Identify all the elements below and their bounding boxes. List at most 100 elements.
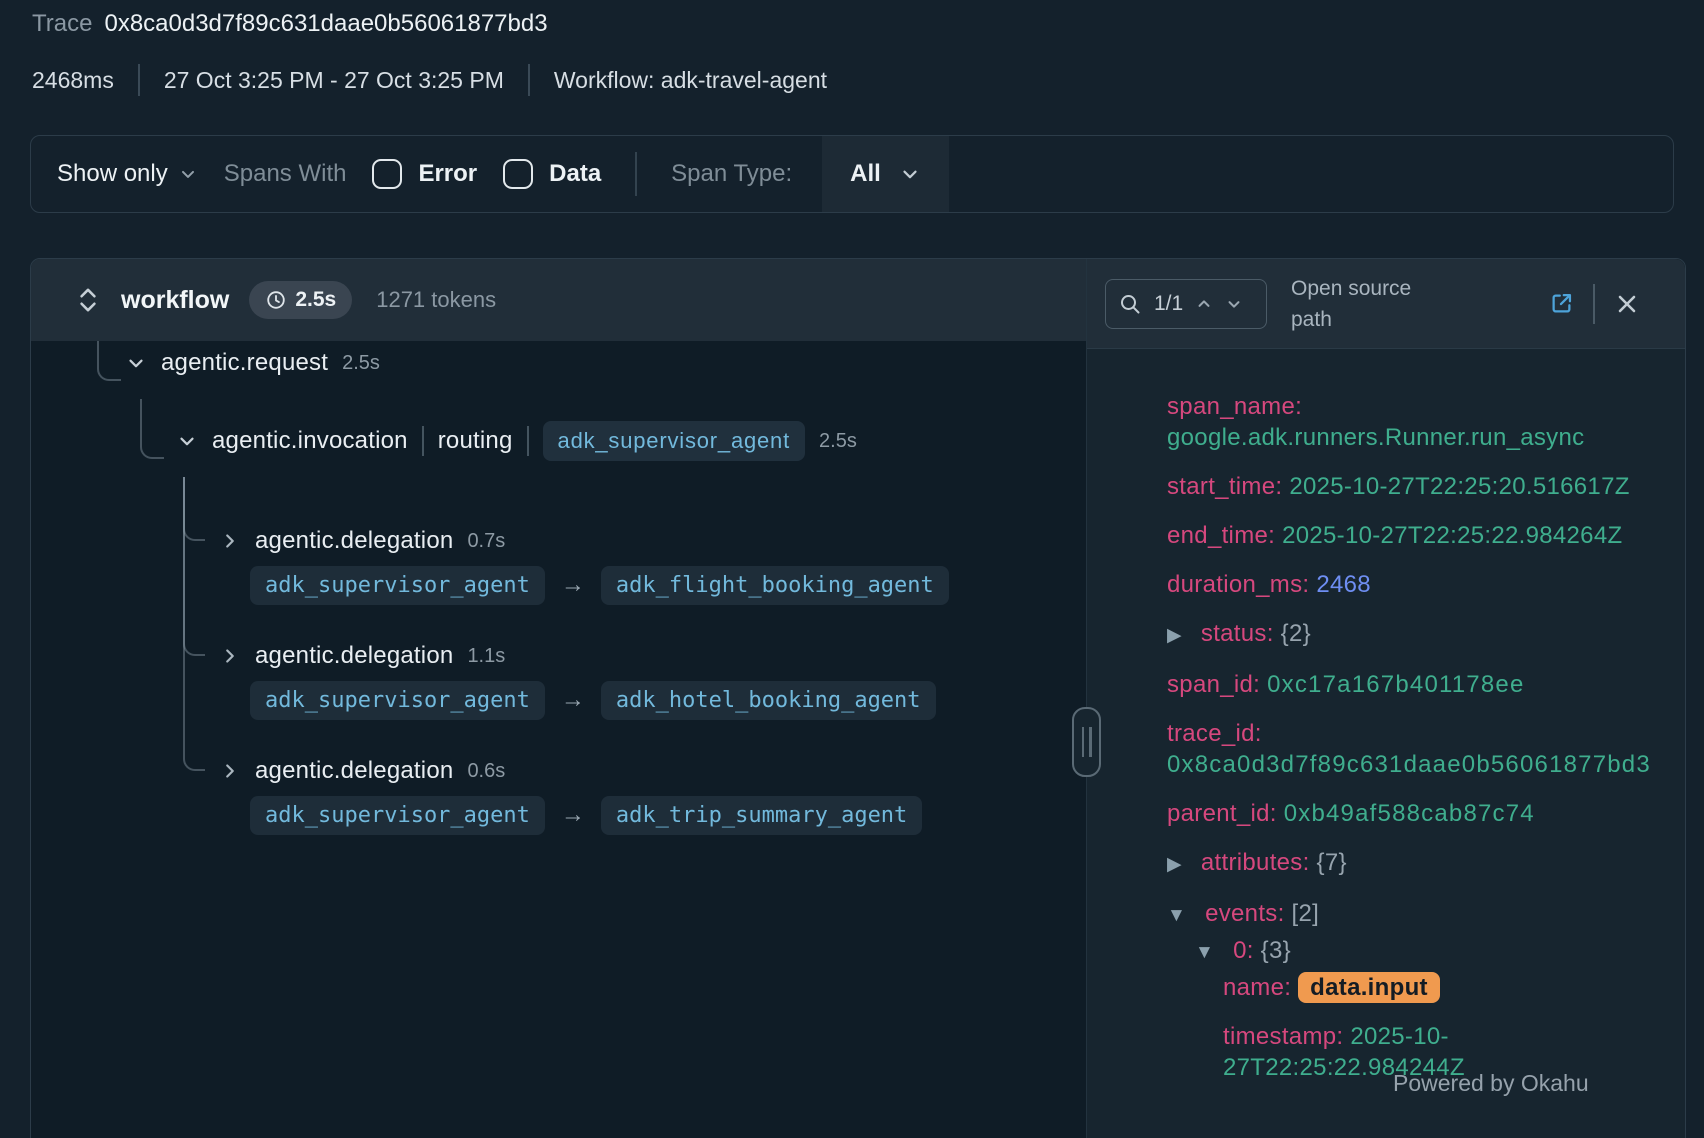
detail-duration-ms: duration_ms: 2468	[1167, 569, 1639, 600]
divider	[1593, 284, 1595, 324]
expand-triangle-icon[interactable]: ▶	[1167, 854, 1182, 875]
detail-events: ▼ events: [2]	[1167, 898, 1639, 931]
detail-key: duration_ms:	[1167, 571, 1309, 598]
error-checkbox[interactable]	[372, 159, 402, 189]
detail-key: start_time:	[1167, 473, 1282, 500]
detail-start-time: start_time: 2025-10-27T22:25:20.516617Z	[1167, 471, 1639, 502]
collapse-toggle-icon[interactable]	[125, 352, 147, 374]
external-link-icon[interactable]	[1548, 290, 1575, 317]
search-input[interactable]: 1/1	[1105, 279, 1267, 329]
expand-triangle-icon[interactable]: ▶	[1167, 625, 1182, 646]
search-match-counter: 1/1	[1154, 292, 1183, 316]
detail-key: timestamp:	[1223, 1023, 1343, 1050]
span-attributes-json[interactable]: span_name: google.adk.runners.Runner.run…	[1087, 349, 1685, 1138]
panel-resize-handle[interactable]	[1072, 707, 1101, 777]
trace-meta: 2468ms 27 Oct 3:25 PM - 27 Oct 3:25 PM W…	[32, 64, 827, 96]
chevron-down-icon	[899, 163, 921, 185]
span-type-dropdown[interactable]: All	[822, 136, 949, 212]
detail-key: parent_id:	[1167, 800, 1277, 827]
open-source-path-link[interactable]: Open source path	[1291, 273, 1431, 335]
expand-toggle-icon[interactable]	[219, 645, 241, 667]
arrow-right-icon: →	[559, 801, 587, 829]
from-agent-tag: adk_supervisor_agent	[250, 681, 545, 720]
expand-toggle-icon[interactable]	[219, 760, 241, 782]
span-row-delegation[interactable]: agentic.delegation 0.6s	[219, 753, 505, 789]
close-icon[interactable]	[1613, 290, 1641, 318]
arrow-right-icon: →	[559, 686, 587, 714]
divider	[138, 64, 140, 96]
workflow-name[interactable]: workflow	[121, 286, 229, 315]
collapse-triangle-icon[interactable]: ▼	[1195, 942, 1214, 963]
collapse-triangle-icon[interactable]: ▼	[1167, 905, 1186, 926]
detail-value: 0xc17a167b401178ee	[1267, 671, 1524, 698]
expand-toggle-icon[interactable]	[219, 530, 241, 552]
next-match-icon[interactable]	[1225, 295, 1243, 313]
panel-header-actions	[1548, 284, 1641, 324]
to-agent-tag: adk_flight_booking_agent	[601, 566, 949, 605]
show-only-dropdown[interactable]: Show only	[57, 160, 198, 188]
expand-collapse-all-icon[interactable]	[75, 285, 101, 315]
spans-with-label: Spans With	[224, 160, 347, 188]
span-name: agentic.request	[161, 349, 328, 377]
delegation-agents-row: adk_supervisor_agent → adk_trip_summary_…	[250, 793, 922, 837]
detail-key: end_time:	[1167, 522, 1275, 549]
delegation-agents-row: adk_supervisor_agent → adk_flight_bookin…	[250, 563, 949, 607]
detail-key: events:	[1205, 900, 1284, 927]
span-row-invocation[interactable]: agentic.invocation routing adk_superviso…	[176, 423, 857, 459]
filter-bar: Show only Spans With Error Data Span Typ…	[30, 135, 1674, 213]
details-panel-header: 1/1 Open source path	[1087, 259, 1685, 349]
divider	[422, 426, 424, 456]
detail-value: 2468	[1316, 571, 1371, 598]
detail-key: status:	[1201, 620, 1274, 647]
powered-by-watermark: Powered by Okahu	[1393, 1070, 1589, 1097]
arrow-right-icon: →	[559, 571, 587, 599]
span-duration: 0.7s	[467, 530, 505, 553]
detail-attributes: ▶ attributes: {7}	[1167, 847, 1639, 880]
trace-label: Trace	[32, 10, 92, 38]
divider	[635, 152, 637, 196]
detail-key: name:	[1223, 974, 1291, 1001]
span-name: agentic.delegation	[255, 757, 453, 785]
span-duration: 1.1s	[467, 645, 505, 668]
span-duration: 0.6s	[467, 760, 505, 783]
search-icon	[1118, 292, 1142, 316]
detail-value: {3}	[1261, 937, 1291, 964]
detail-value: {2}	[1281, 620, 1311, 647]
span-row-delegation[interactable]: agentic.delegation 0.7s	[219, 523, 505, 559]
trace-workflow: Workflow: adk-travel-agent	[554, 67, 827, 94]
event-name-badge: data.input	[1298, 972, 1440, 1003]
detail-event-name: name: data.input	[1223, 972, 1639, 1003]
detail-value: {7}	[1317, 849, 1347, 876]
span-name: agentic.delegation	[255, 527, 453, 555]
workflow-tokens: 1271 tokens	[376, 287, 496, 313]
detail-parent-id: parent_id: 0xb49af588cab87c74	[1167, 798, 1639, 829]
detail-value: 2025-10-27T22:25:20.516617Z	[1289, 473, 1629, 500]
tree-connector	[140, 399, 164, 459]
collapse-toggle-icon[interactable]	[176, 430, 198, 452]
detail-trace-id: trace_id: 0x8ca0d3d7f89c631daae0b5606187…	[1167, 718, 1639, 780]
clock-icon	[265, 289, 287, 311]
detail-status: ▶ status: {2}	[1167, 618, 1639, 651]
span-type-value: All	[850, 160, 881, 188]
data-checkbox[interactable]	[503, 159, 533, 189]
detail-key: trace_id:	[1167, 720, 1262, 747]
trace-time-range: 27 Oct 3:25 PM - 27 Oct 3:25 PM	[164, 67, 504, 94]
span-details-panel: 1/1 Open source path span_name: google.a…	[1086, 259, 1685, 1138]
agent-tag: adk_supervisor_agent	[543, 421, 805, 461]
detail-value: 0xb49af588cab87c74	[1284, 800, 1535, 827]
trace-detail-container: workflow 2.5s 1271 tokens agentic.reques…	[30, 258, 1686, 1138]
detail-key: 0:	[1233, 937, 1254, 964]
previous-match-icon[interactable]	[1195, 295, 1213, 313]
span-name: agentic.delegation	[255, 642, 453, 670]
span-type-label: Span Type:	[671, 160, 792, 188]
span-row-delegation[interactable]: agentic.delegation 1.1s	[219, 638, 505, 674]
tree-connector	[183, 477, 205, 771]
detail-value: 0x8ca0d3d7f89c631daae0b56061877bd3	[1167, 751, 1651, 778]
span-route: routing	[438, 427, 513, 455]
trace-header: Trace 0x8ca0d3d7f89c631daae0b56061877bd3	[32, 10, 548, 38]
show-only-label: Show only	[57, 160, 168, 188]
workflow-duration-pill: 2.5s	[249, 281, 352, 319]
detail-end-time: end_time: 2025-10-27T22:25:22.984264Z	[1167, 520, 1639, 551]
span-tree: agentic.request 2.5s agentic.invocation …	[31, 341, 1086, 1138]
span-row-request[interactable]: agentic.request 2.5s	[125, 345, 380, 381]
